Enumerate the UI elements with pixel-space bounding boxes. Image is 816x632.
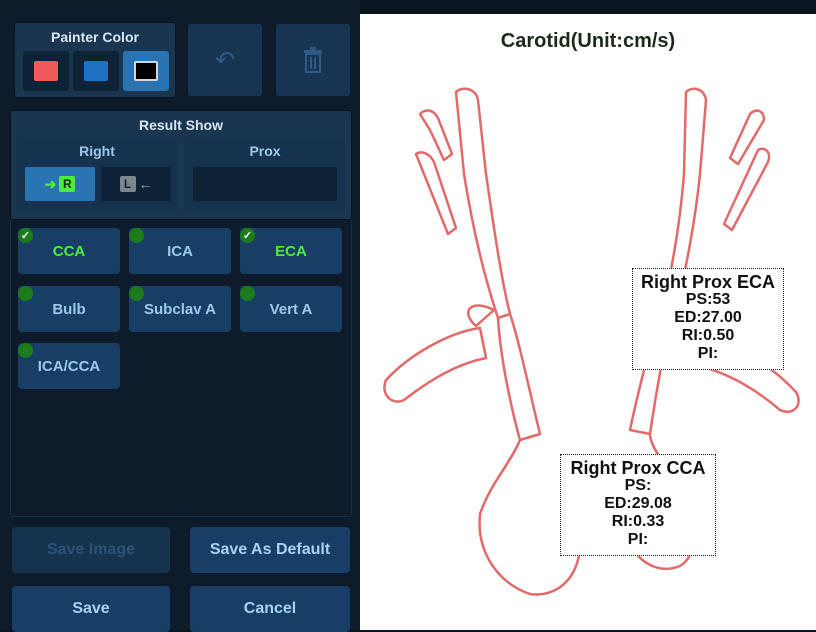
right-side-label: R [59,176,76,192]
trash-icon [304,47,322,73]
vessel-button-bulb[interactable]: Bulb [18,286,120,332]
settings-panel: Painter Color ↶ Result Show Right ➜ R L … [0,0,360,632]
left-side-label: L [119,176,136,192]
check-icon: ✓ [240,228,255,243]
status-dot [129,228,144,243]
undo-icon: ↶ [214,46,236,74]
cca-result-box[interactable]: Right Prox CCA PS: ED:29.08 RI:0.33 PI: [560,454,716,556]
status-dot [129,286,144,301]
undo-button[interactable]: ↶ [188,24,262,96]
eca-ed-value: ED:27.00 [674,309,742,326]
save-button[interactable]: Save [12,586,170,632]
status-dot [18,343,33,358]
cancel-button[interactable]: Cancel [190,586,350,632]
cca-result-title: Right Prox CCA [570,458,706,478]
left-vertebral-outline [466,304,496,328]
right-side-button[interactable]: ➜ R [25,167,95,201]
color-swatch-red[interactable] [23,51,69,91]
right-eca-branch [722,147,771,232]
arrow-right-icon: ➜ [44,175,57,192]
blue-swatch [84,61,108,81]
black-swatch [134,61,158,81]
left-eca-branch [414,151,458,236]
left-subclavian-outline [383,326,488,403]
cca-ed-value: ED:29.08 [604,495,672,512]
left-bulb-outline [496,312,542,442]
eca-result-box[interactable]: Right Prox ECA PS:53 ED:27.00 RI:0.50 PI… [632,268,784,370]
painter-color-title: Painter Color [51,29,139,45]
color-swatch-black[interactable] [123,51,169,91]
left-side-button[interactable]: L ← [101,167,171,201]
result-show-title: Result Show [138,117,223,133]
left-ica-outline [454,87,512,320]
save-as-default-button[interactable]: Save As Default [190,527,350,573]
vessel-button-ica-cca[interactable]: ICA/CCA [18,343,120,389]
save-image-button[interactable]: Save Image [12,527,170,573]
vessel-button-subclav[interactable]: Subclav A [129,286,231,332]
delete-button[interactable] [276,24,350,96]
color-swatch-blue[interactable] [73,51,119,91]
eca-ri-value: RI:0.50 [681,327,735,344]
vessel-button-ica[interactable]: ICA [129,228,231,274]
vessel-label-ica-cca: ICA/CCA [37,357,101,375]
eca-pi-value: PI: [697,345,719,362]
status-dot [240,286,255,301]
status-dot [18,286,33,301]
vessel-label-eca: ECA [275,242,307,260]
painter-color-panel: Painter Color [14,22,176,98]
position-section: Prox [185,139,345,211]
side-title: Right [79,143,115,159]
eca-ps-value: PS:53 [685,291,731,308]
diagram-canvas[interactable]: Carotid(Unit:cm/s) Right Prox ECA PS:53 … [360,14,816,630]
position-title: Prox [249,143,281,159]
vessel-label-bulb: Bulb [52,300,86,318]
vessel-button-eca[interactable]: ✓ ECA [240,228,342,274]
vessel-button-cca[interactable]: ✓ CCA [18,228,120,274]
vessel-label-ica: ICA [167,242,193,260]
vessel-label-subclav: Subclav A [144,300,216,318]
vessel-label-cca: CCA [52,242,86,260]
cca-ri-value: RI:0.33 [611,513,665,530]
cca-pi-value: PI: [627,531,649,548]
position-toggle[interactable] [193,167,337,201]
arrow-left-icon: ← [138,176,153,192]
red-swatch [34,61,58,81]
cca-ps-value: PS: [624,477,652,494]
vessel-label-vert: Vert A [269,300,313,318]
vessel-button-vert[interactable]: Vert A [240,286,342,332]
side-section: Right ➜ R L ← [17,139,177,211]
result-show-panel: Result Show Right ➜ R L ← Prox [10,110,352,220]
eca-result-title: Right Prox ECA [640,272,775,292]
check-icon: ✓ [18,228,33,243]
right-eca-outline [728,109,766,166]
